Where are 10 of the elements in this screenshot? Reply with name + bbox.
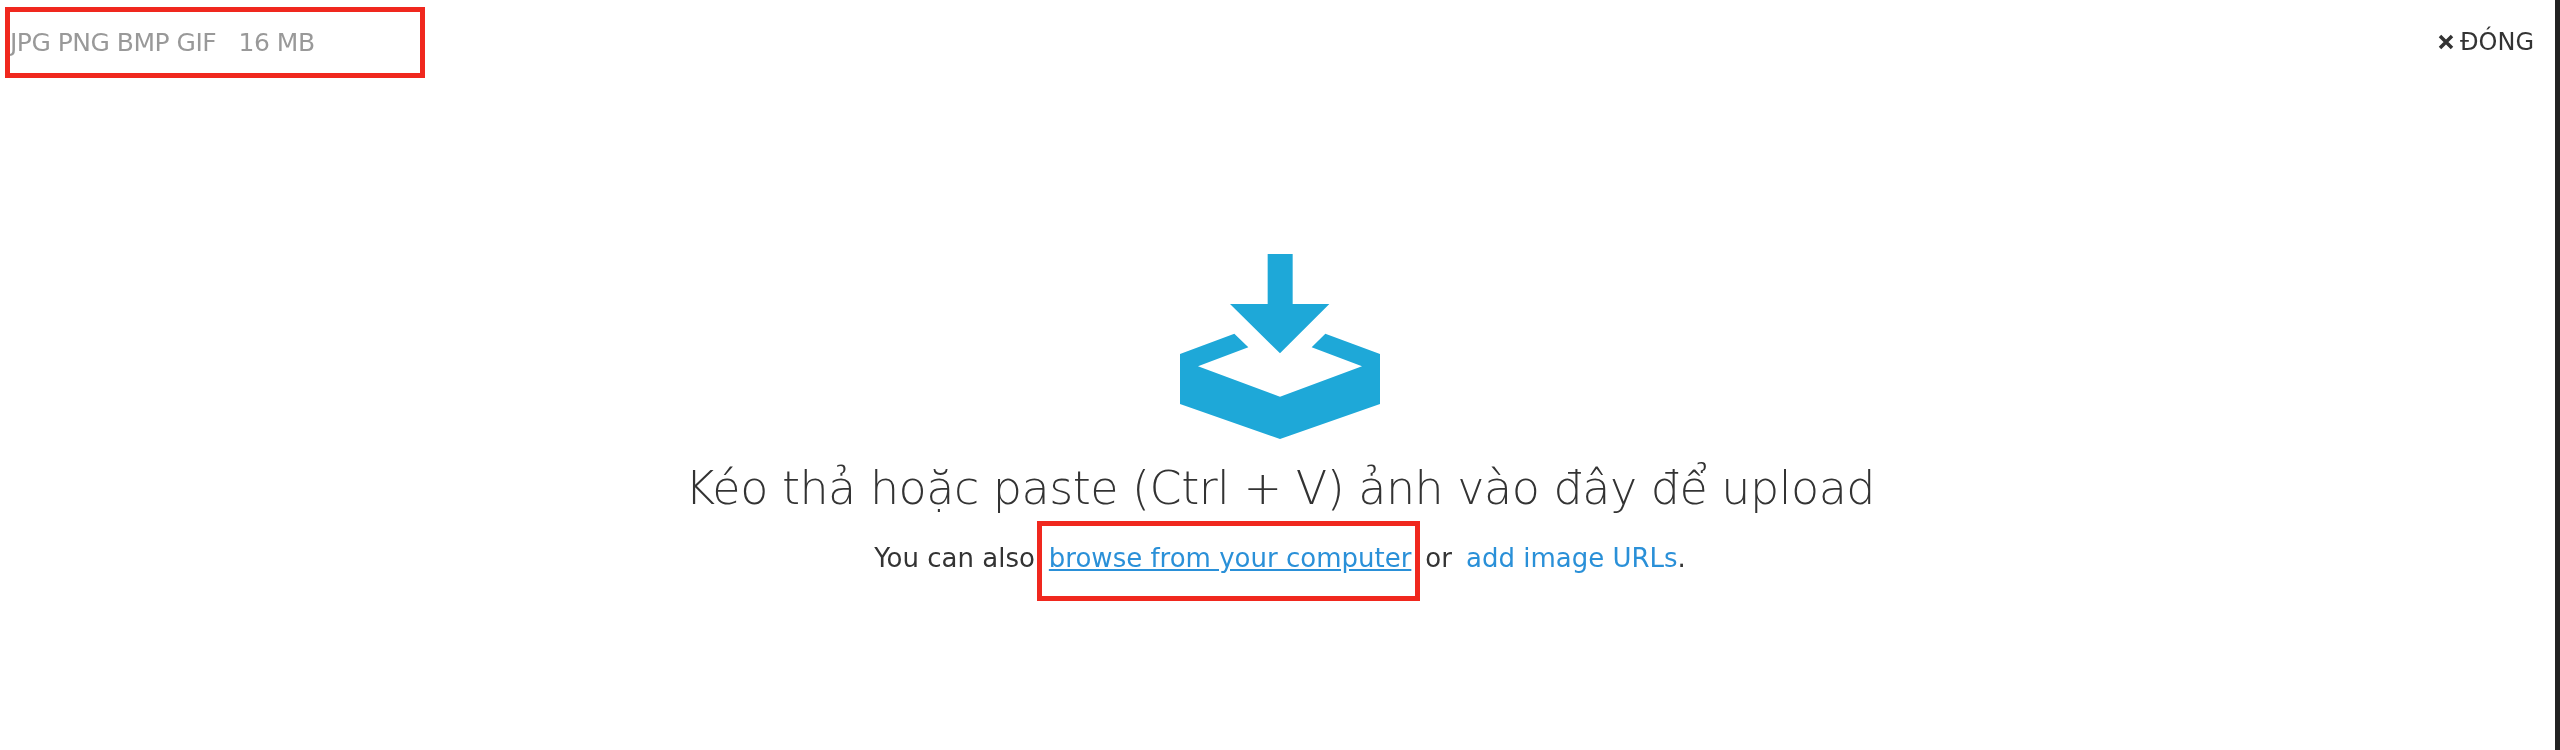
browse-link[interactable]: browse from your computer [1048,543,1412,573]
close-button[interactable]: ĐÓNG [2437,28,2534,56]
hint-text: or [1425,543,1452,573]
hint-text: You can also [874,543,1035,573]
close-icon [2437,34,2454,50]
drop-instruction-text: Kéo thả hoặc paste (Ctrl + V) ảnh vào đây để upload [684,461,1876,515]
hint-text: . [1677,543,1686,573]
image-urls-link[interactable]: add image URLs [1465,543,1678,573]
download-tray-icon [1180,254,1380,439]
file-formats-text: JPG PNG BMP GIF 16 MB [10,27,315,57]
